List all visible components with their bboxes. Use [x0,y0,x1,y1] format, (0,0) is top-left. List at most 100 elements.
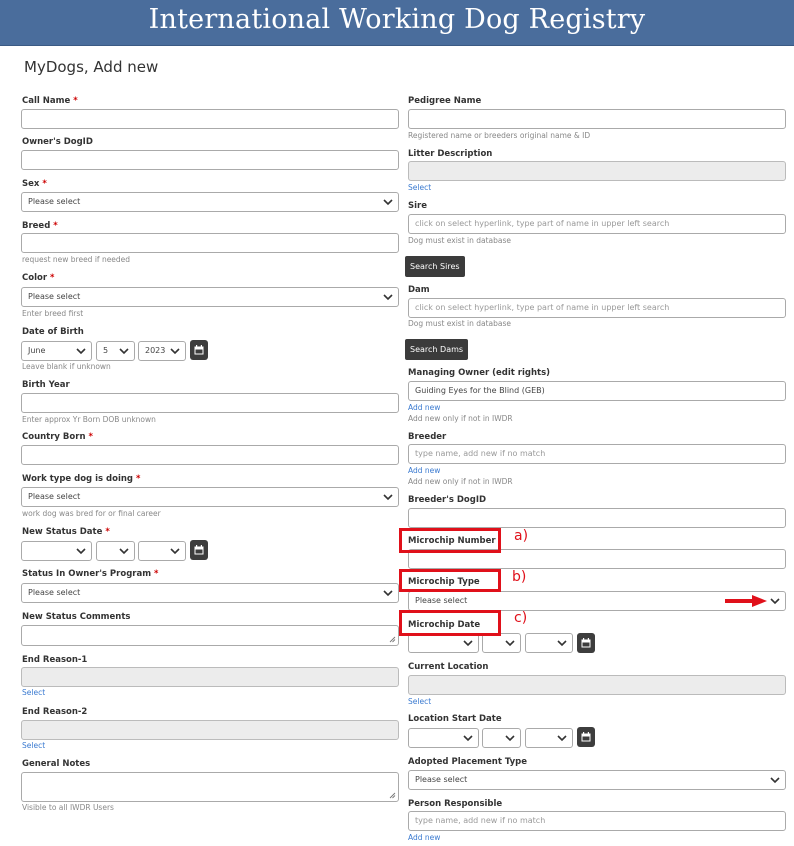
end-reason-2-label: End Reason-2 [22,707,88,717]
location-month-select[interactable] [408,728,479,748]
managing-owner-input[interactable]: Guiding Eyes for the Blind (GEB) [408,381,786,401]
breed-input[interactable] [21,233,399,253]
country-born-input[interactable] [21,445,399,465]
pedigree-name-help: Registered name or breeders original nam… [408,131,591,140]
status-program-label: Status In Owner's Program * [22,569,159,579]
chevron-down-icon [383,199,393,206]
status-program-select[interactable]: Please select [21,583,399,603]
sire-input[interactable]: click on select hyperlink, type part of … [408,214,786,234]
microchip-month-select[interactable] [408,633,479,653]
calendar-icon[interactable] [577,633,595,653]
new-status-date-label: New Status Date * [22,527,110,537]
dob-month-select[interactable]: June [21,341,92,361]
litter-select-link[interactable]: Select [408,183,431,192]
highlight-microchip-type [399,569,501,592]
resize-grip-icon[interactable] [389,636,396,643]
sire-help: Dog must exist in database [408,236,512,245]
end-reason-2-select-link[interactable]: Select [22,741,45,750]
adopted-placement-select[interactable]: Please select [408,770,786,790]
birth-year-input[interactable] [21,393,399,413]
end-reason-2-input [21,720,399,740]
pedigree-name-label: Pedigree Name [408,96,482,106]
dam-help: Dog must exist in database [408,319,512,328]
chevron-down-icon [170,348,180,355]
dob-label: Date of Birth [22,327,84,337]
current-location-label: Current Location [408,662,489,672]
breeder-help: Add new only if not in IWDR [408,477,513,486]
breed-label: Breed * [22,221,58,231]
status-year-select[interactable] [138,541,186,561]
calendar-icon[interactable] [190,540,208,560]
call-name-label: Call Name * [22,96,78,106]
new-status-comments-textarea[interactable] [21,625,399,646]
work-type-label: Work type dog is doing * [22,474,141,484]
person-responsible-input[interactable]: type name, add new if no match [408,811,786,831]
calendar-icon[interactable] [190,340,208,360]
work-type-help: work dog was bred for or final career [22,509,161,518]
chevron-down-icon [557,735,567,742]
chevron-down-icon [76,548,86,555]
end-reason-1-select-link[interactable]: Select [22,688,45,697]
resize-grip-icon[interactable] [389,792,396,799]
status-day-select[interactable] [96,541,135,561]
chevron-down-icon [383,590,393,597]
managing-owner-add-new-link[interactable]: Add new [408,403,440,412]
owners-dogid-input[interactable] [21,150,399,170]
person-responsible-label: Person Responsible [408,799,503,809]
color-label: Color * [22,273,55,283]
color-help: Enter breed first [22,309,84,318]
dob-day-select[interactable]: 5 [96,341,135,361]
dob-year-select[interactable]: 2023 [138,341,186,361]
search-sires-button[interactable]: Search Sires [405,256,465,277]
dam-input[interactable]: click on select hyperlink, type part of … [408,298,786,318]
general-notes-textarea[interactable] [21,772,399,802]
breeder-input[interactable]: type name, add new if no match [408,444,786,464]
breeder-add-new-link[interactable]: Add new [408,466,440,475]
current-location-input [408,675,786,695]
owners-dogid-label: Owner's DogID [22,137,93,147]
microchip-day-select[interactable] [482,633,521,653]
country-born-label: Country Born * [22,432,93,442]
litter-description-input [408,161,786,181]
chevron-down-icon [119,548,129,555]
microchip-year-select[interactable] [525,633,573,653]
chevron-down-icon [770,777,780,784]
person-responsible-add-new-link[interactable]: Add new [408,833,440,842]
chevron-down-icon [119,348,129,355]
location-year-select[interactable] [525,728,573,748]
current-location-select-link[interactable]: Select [408,697,431,706]
breeders-dogid-input[interactable] [408,508,786,528]
chevron-down-icon [770,598,780,605]
highlight-microchip-date [399,610,501,636]
chevron-down-icon [383,294,393,301]
general-notes-help: Visible to all IWDR Users [22,803,114,812]
end-reason-1-label: End Reason-1 [22,655,88,665]
location-day-select[interactable] [482,728,521,748]
annotation-c: c) [514,610,528,626]
litter-description-label: Litter Description [408,149,493,159]
red-arrow-icon [725,595,767,607]
sire-label: Sire [408,201,427,211]
pedigree-name-input[interactable] [408,109,786,129]
managing-owner-label: Managing Owner (edit rights) [408,368,551,378]
calendar-icon[interactable] [577,727,595,747]
color-select[interactable]: Please select [21,287,399,307]
call-name-input[interactable] [21,109,399,129]
breed-help: request new breed if needed [22,255,131,264]
general-notes-label: General Notes [22,759,91,769]
birth-year-label: Birth Year [22,380,70,390]
sex-label: Sex * [22,179,47,189]
chevron-down-icon [383,494,393,501]
search-dams-button[interactable]: Search Dams [405,339,469,360]
location-start-date-label: Location Start Date [408,714,502,724]
highlight-microchip-number [399,528,501,553]
dob-help: Leave blank if unknown [22,362,111,371]
sex-select[interactable]: Please select [21,192,399,212]
chevron-down-icon [557,640,567,647]
chevron-down-icon [463,640,473,647]
breeders-dogid-label: Breeder's DogID [408,495,487,505]
adopted-placement-label: Adopted Placement Type [408,757,528,767]
status-month-select[interactable] [21,541,92,561]
site-title: International Working Dog Registry [148,4,646,35]
work-type-select[interactable]: Please select [21,487,399,507]
